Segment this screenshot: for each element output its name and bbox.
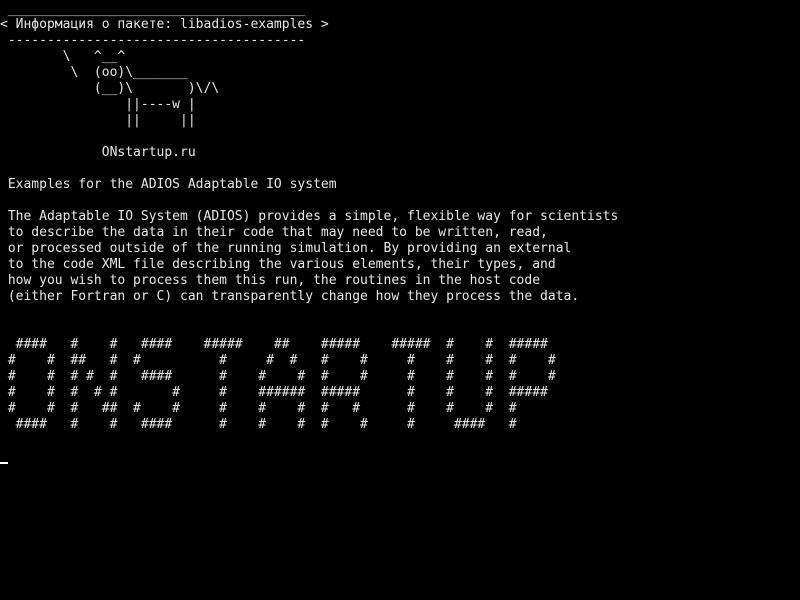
cowsay-top-border: ______________________________________ <box>0 2 306 17</box>
text-cursor <box>0 462 8 464</box>
banner-row: # # # # # #### # # # # # # # # # # <box>0 369 556 384</box>
banner-row: # # # # # # # ###### ##### # # # ##### <box>0 385 548 400</box>
cow-line: (__)\ )\/\ <box>0 81 220 96</box>
package-summary: Examples for the ADIOS Adaptable IO syst… <box>0 177 337 192</box>
cow-line: || || <box>0 113 196 128</box>
description-line: how you wish to process them this run, t… <box>0 273 541 288</box>
cow-line: \ (oo)\_______ <box>0 65 188 80</box>
terminal-screen: ______________________________________ <… <box>0 0 800 600</box>
cow-line: ||----w | <box>0 97 196 112</box>
banner-row: #### # # #### ##### ## ##### ##### # # #… <box>0 337 548 352</box>
cowsay-bottom-border: -------------------------------------- <box>0 33 306 48</box>
banner-row: #### # # #### # # # # # # #### # <box>0 417 517 432</box>
description-line: or processed outside of the running simu… <box>0 241 572 256</box>
description-line: (either Fortran or C) can transparently … <box>0 289 580 304</box>
banner-row: # # # ## # # # # # # # # # # # <box>0 401 517 416</box>
cowsay-message: < Информация о пакете: libadios-examples… <box>0 17 329 32</box>
banner-row: # # ## # # # # # # # # # # # # <box>0 353 556 368</box>
cow-line: \ ^__^ <box>0 49 126 64</box>
description-line: to the code XML file describing the vari… <box>0 257 556 272</box>
description-line: to describe the data in their code that … <box>0 225 548 240</box>
description-line: The Adaptable IO System (ADIOS) provides… <box>0 209 619 224</box>
site-label: ONstartup.ru <box>0 145 196 160</box>
